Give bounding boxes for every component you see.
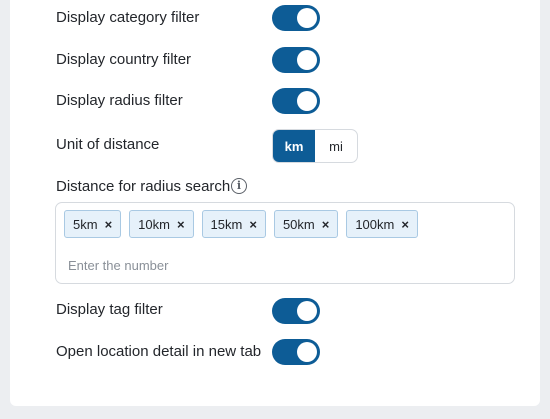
category-filter-toggle[interactable] bbox=[272, 5, 320, 31]
radius-number-input[interactable] bbox=[66, 253, 500, 277]
radius-tag: 100km × bbox=[346, 210, 418, 238]
radius-tag-list: 5km × 10km × 15km × 50km × 100km × bbox=[64, 210, 418, 238]
settings-panel: Display category filter Display country … bbox=[10, 0, 540, 406]
country-filter-toggle[interactable] bbox=[272, 47, 320, 73]
unit-selector: km mi bbox=[272, 129, 358, 163]
remove-tag-icon[interactable]: × bbox=[105, 217, 113, 232]
radius-tag: 5km × bbox=[64, 210, 122, 238]
unit-option-km[interactable]: km bbox=[273, 130, 315, 162]
toggle-knob bbox=[297, 91, 317, 111]
toggle-knob bbox=[297, 50, 317, 70]
remove-tag-icon[interactable]: × bbox=[177, 217, 185, 232]
country-filter-label: Display country filter bbox=[56, 51, 192, 68]
radius-tags-field[interactable]: 5km × 10km × 15km × 50km × 100km × bbox=[55, 202, 515, 284]
radius-tag: 50km × bbox=[273, 210, 339, 238]
toggle-knob bbox=[297, 8, 317, 28]
radius-tag: 15km × bbox=[201, 210, 266, 238]
unit-option-mi[interactable]: mi bbox=[315, 130, 357, 162]
open-new-tab-toggle[interactable] bbox=[272, 339, 320, 365]
toggle-knob bbox=[297, 342, 317, 362]
radius-tag-label: 5km bbox=[73, 216, 98, 232]
radius-tag: 10km × bbox=[129, 210, 194, 238]
radius-filter-label: Display radius filter bbox=[56, 92, 183, 109]
info-icon[interactable]: i bbox=[231, 178, 247, 194]
category-filter-label: Display category filter bbox=[56, 9, 200, 26]
remove-tag-icon[interactable]: × bbox=[401, 217, 409, 232]
radius-search-label: Distance for radius search bbox=[56, 178, 231, 195]
remove-tag-icon[interactable]: × bbox=[322, 217, 330, 232]
remove-tag-icon[interactable]: × bbox=[249, 217, 257, 232]
radius-tag-label: 15km bbox=[210, 216, 243, 232]
unit-of-distance-label: Unit of distance bbox=[56, 136, 160, 153]
radius-tag-label: 10km bbox=[138, 216, 170, 232]
tag-filter-label: Display tag filter bbox=[56, 301, 163, 318]
tag-filter-toggle[interactable] bbox=[272, 298, 320, 324]
open-new-tab-label: Open location detail in new tab bbox=[56, 343, 262, 360]
toggle-knob bbox=[297, 301, 317, 321]
radius-tag-label: 50km bbox=[282, 216, 315, 232]
radius-tag-label: 100km bbox=[355, 216, 395, 232]
radius-filter-toggle[interactable] bbox=[272, 88, 320, 114]
